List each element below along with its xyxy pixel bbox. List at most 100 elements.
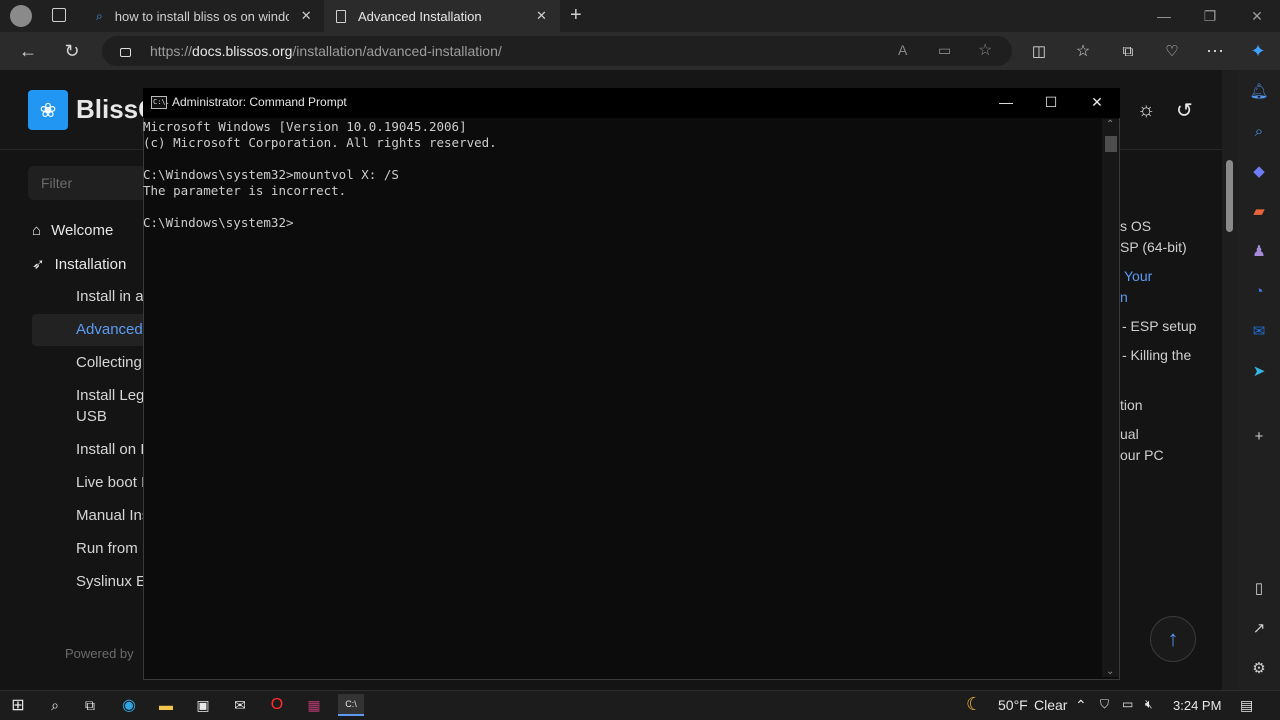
page-icon: [336, 9, 346, 23]
favorite-star-icon[interactable]: ☆: [978, 40, 992, 60]
add-icon[interactable]: +: [1248, 425, 1270, 447]
opera-icon[interactable]: O: [266, 694, 288, 716]
restore-icon[interactable]: ❐: [1187, 0, 1233, 32]
settings-icon[interactable]: ⚙: [1248, 657, 1270, 679]
toc-item[interactable]: SP (64-bit): [1120, 239, 1187, 255]
tab-title: how to install bliss os on window: [114, 8, 289, 24]
nav-item[interactable]: Live boot I: [76, 474, 145, 491]
nav-installation[interactable]: ➶ Installation: [32, 255, 126, 273]
security-icon[interactable]: ⛉: [1100, 697, 1109, 712]
sidebar-layout-icon[interactable]: ▯: [1248, 577, 1270, 599]
scroll-up-icon[interactable]: ⌃: [1106, 119, 1114, 130]
search-icon[interactable]: ⌕: [44, 694, 66, 716]
immersive-reader-icon[interactable]: ▭: [938, 42, 951, 59]
bliss-logo[interactable]: ❀: [28, 90, 68, 130]
console-prompt: C:\Windows\system32>: [143, 215, 294, 230]
tab-inactive[interactable]: ⌕ how to install bliss os on window ✕: [86, 0, 322, 32]
toc-item[interactable]: tion: [1120, 397, 1143, 413]
windows-start-icon[interactable]: ⊞: [7, 694, 29, 716]
volume-muted-icon[interactable]: 🔇︎: [1145, 697, 1153, 712]
more-menu-icon[interactable]: ⋯: [1200, 36, 1230, 66]
toc-item[interactable]: ual: [1120, 426, 1139, 442]
minimize-icon[interactable]: —: [1141, 0, 1187, 32]
external-link-icon[interactable]: ↗: [1248, 617, 1270, 639]
toc-item[interactable]: s OS: [1120, 218, 1151, 234]
send-icon[interactable]: ➤: [1248, 360, 1270, 382]
cmd-minimize-icon[interactable]: —: [983, 88, 1029, 116]
console-line: C:\Windows\system32>mountvol X: /S: [143, 167, 399, 182]
console-output[interactable]: Microsoft Windows [Version 10.0.19045.20…: [143, 119, 1101, 677]
home-icon: ⌂: [32, 222, 42, 239]
store-icon[interactable]: ▣: [192, 694, 214, 716]
weather-temp[interactable]: 50°F: [998, 697, 1028, 713]
nav-item[interactable]: Collecting: [76, 354, 142, 371]
nav-item[interactable]: Install in a: [76, 288, 144, 305]
nav-welcome[interactable]: ⌂ Welcome: [32, 222, 113, 239]
toc-item[interactable]: n: [1120, 289, 1128, 305]
split-screen-icon[interactable]: ◫: [1024, 36, 1054, 66]
notifications-icon[interactable]: 🔔︎: [1248, 80, 1270, 102]
console-line: The parameter is incorrect.: [143, 183, 347, 198]
theme-toggle-icon[interactable]: ☼: [1137, 99, 1155, 122]
new-tab-icon[interactable]: +: [570, 4, 582, 27]
profile-avatar[interactable]: [10, 5, 32, 27]
read-aloud-icon[interactable]: A: [898, 42, 907, 58]
nav-item[interactable]: Syslinux E: [76, 573, 146, 590]
cmd-maximize-icon[interactable]: ☐: [1028, 88, 1074, 116]
back-icon[interactable]: ←: [13, 36, 43, 66]
nav-item[interactable]: Install Leg: [76, 387, 144, 404]
toc-item[interactable]: - Killing the: [1122, 347, 1191, 363]
scroll-to-top-button[interactable]: ↑: [1150, 616, 1196, 662]
cmd-app-icon: C:\.: [151, 96, 170, 109]
search-icon: ⌕: [96, 8, 103, 23]
edge-icon[interactable]: ◉: [118, 694, 140, 716]
favorites-icon[interactable]: ☆: [1068, 36, 1098, 66]
toc-item[interactable]: our PC: [1120, 447, 1164, 463]
winrar-icon[interactable]: ▦: [303, 694, 325, 716]
weather-condition[interactable]: Clear: [1034, 697, 1067, 713]
copilot-icon[interactable]: ✦: [1243, 36, 1273, 66]
tools-icon[interactable]: ▰: [1248, 200, 1270, 222]
cmd-close-icon[interactable]: ✕: [1074, 88, 1120, 116]
history-icon[interactable]: ↺: [1176, 98, 1193, 123]
weather-icon[interactable]: ☾: [966, 694, 982, 715]
cmd-scrollbar[interactable]: ⌃ ⌄: [1102, 119, 1119, 677]
shopping-icon[interactable]: ◆: [1248, 160, 1270, 182]
games-icon[interactable]: ♟: [1248, 240, 1270, 262]
close-window-icon[interactable]: ✕: [1234, 0, 1280, 32]
collections-icon[interactable]: ⧉: [1113, 36, 1143, 66]
toc-item[interactable]: Your: [1124, 268, 1152, 284]
filter-input[interactable]: Filter: [28, 166, 148, 200]
notification-center-icon[interactable]: ▤: [1240, 697, 1253, 714]
performance-icon[interactable]: ♡: [1157, 36, 1187, 66]
close-icon[interactable]: ✕: [301, 8, 312, 24]
console-line: Microsoft Windows [Version 10.0.19045.20…: [143, 119, 467, 134]
task-view-icon[interactable]: ⧉: [79, 694, 101, 716]
nav-item[interactable]: Install on I: [76, 441, 144, 458]
network-icon[interactable]: ▭: [1122, 697, 1133, 711]
cmd-title: Administrator: Command Prompt: [172, 95, 347, 109]
outlook-icon[interactable]: ✉: [1248, 320, 1270, 342]
nav-item[interactable]: Manual Ins: [76, 507, 149, 524]
nav-item[interactable]: USB: [76, 408, 107, 425]
toc-item[interactable]: - ESP setup: [1122, 318, 1196, 334]
url-text: https://docs.blissos.org/installation/ad…: [150, 43, 502, 59]
search-icon[interactable]: ⌕: [1248, 120, 1270, 142]
nav-item[interactable]: Run from I: [76, 540, 146, 557]
file-explorer-icon[interactable]: ▬: [155, 694, 177, 716]
mail-icon[interactable]: ✉: [229, 694, 251, 716]
chevron-up-icon[interactable]: ⌃: [1075, 697, 1087, 714]
tab-actions-icon[interactable]: [52, 8, 66, 22]
microsoft365-icon[interactable]: ◔: [1248, 280, 1270, 302]
close-icon[interactable]: ✕: [536, 8, 547, 24]
clock-time[interactable]: 3:24 PM: [1173, 698, 1221, 713]
page-scrollbar-thumb[interactable]: [1226, 160, 1233, 232]
cmd-taskbar-icon[interactable]: C:\: [338, 694, 364, 716]
cmd-scrollbar-thumb[interactable]: [1105, 136, 1117, 152]
nav-item-active[interactable]: Advanced: [76, 321, 143, 338]
arrow-up-icon: ↑: [1167, 626, 1179, 651]
address-bar[interactable]: https://docs.blissos.org/installation/ad…: [102, 36, 1012, 66]
tab-active[interactable]: Advanced Installation ✕: [324, 0, 560, 32]
scroll-down-icon[interactable]: ⌄: [1106, 666, 1114, 677]
refresh-icon[interactable]: ↻: [57, 36, 87, 66]
